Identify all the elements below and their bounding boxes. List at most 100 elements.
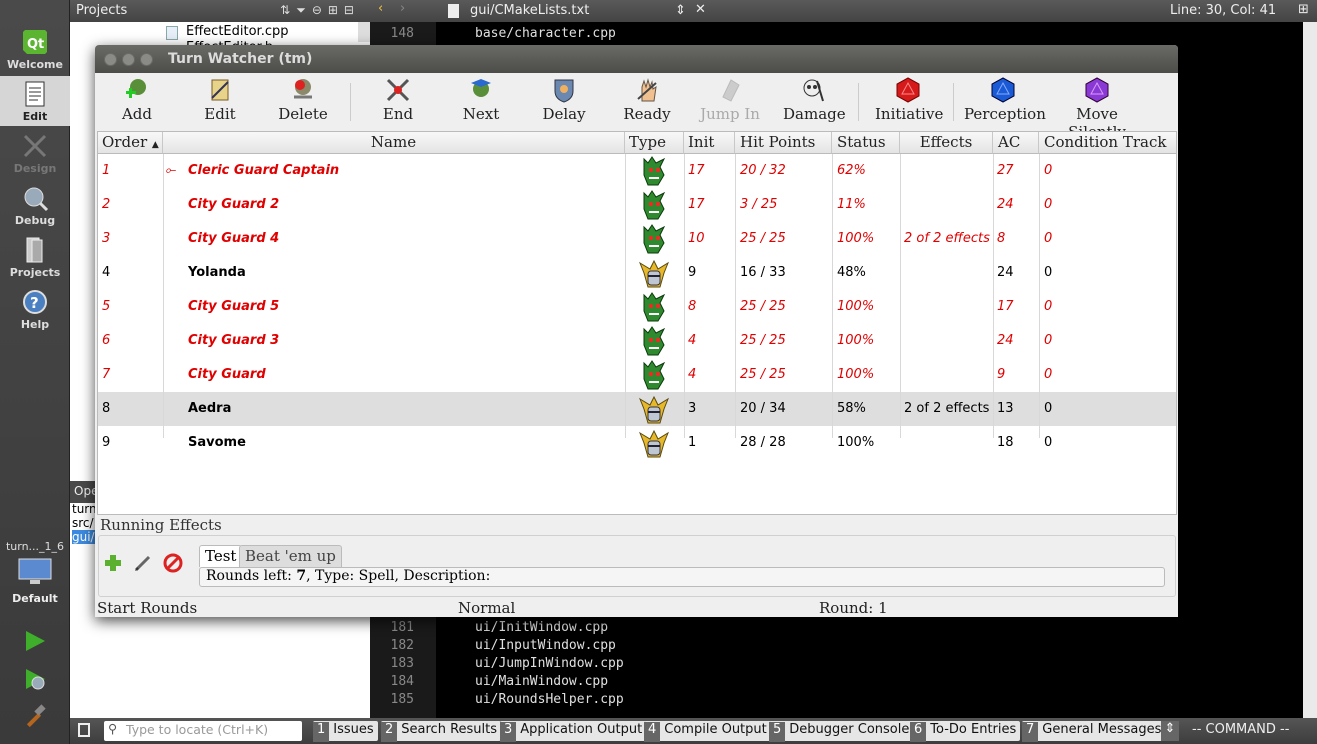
table-row[interactable]: 5 City Guard 5 8 25 / 25 100% 17 0 xyxy=(98,290,1176,324)
minimize-window-icon[interactable] xyxy=(122,53,135,66)
add-effect-icon[interactable] xyxy=(103,553,123,573)
table-row[interactable]: 3 City Guard 4 10 25 / 25 100% 2 of 2 effects… xyxy=(98,222,1176,256)
search-icon: ⚲ xyxy=(108,721,118,736)
cell-status: 11% xyxy=(837,197,866,212)
line-text: ui/JumpInWindow.cpp xyxy=(475,656,624,671)
table-row[interactable]: 2 City Guard 2 17 3 / 25 11% 24 0 xyxy=(98,188,1176,222)
initiative-button[interactable]: Initiative xyxy=(875,75,943,123)
next-button[interactable]: Next xyxy=(456,75,506,123)
output-tab-todo-entries[interactable]: 6 To-Do Entries xyxy=(910,721,1021,742)
back-icon[interactable]: ‹ xyxy=(378,1,383,16)
cell-order: 6 xyxy=(102,333,111,348)
toggle-sidebar-icon[interactable] xyxy=(78,723,90,737)
effect-description: Rounds left: 7, Type: Spell, Description… xyxy=(199,567,1165,587)
output-tab-application-output[interactable]: 3 Application Output xyxy=(500,721,647,742)
tree-scrollbar[interactable] xyxy=(358,22,370,42)
window-title-bar[interactable]: Turn Watcher (tm) xyxy=(95,45,1178,73)
output-tab-label: Application Output xyxy=(520,722,643,737)
cell-ct: 0 xyxy=(1044,197,1053,212)
output-tab-search-results[interactable]: 2 Search Results xyxy=(381,721,502,742)
open-document-item[interactable]: turn xyxy=(72,502,97,516)
projects-pane-tools-icon[interactable]: ⇅⏷⊖⊞⊟ xyxy=(280,3,360,18)
column-header-effects[interactable]: Effects xyxy=(900,132,993,154)
mode-edit-label: Edit xyxy=(22,110,48,123)
table-row[interactable]: 8 Aedra 3 20 / 34 58% 2 of 2 effects 13 0 xyxy=(98,392,1176,426)
effect-tab-test[interactable]: Test xyxy=(199,545,243,567)
table-row[interactable]: 9 Savome 1 28 / 28 100% 18 0 xyxy=(98,426,1176,460)
toolbar-separator xyxy=(953,83,954,121)
split-icon[interactable]: ⊞ xyxy=(1298,2,1309,17)
table-row[interactable]: 4 Yolanda 9 16 / 33 48% 24 0 xyxy=(98,256,1176,290)
end-button[interactable]: End xyxy=(373,75,423,123)
mode-edit[interactable]: Edit xyxy=(0,76,70,126)
cell-hp: 3 / 25 xyxy=(740,197,778,212)
column-header-status[interactable]: Status xyxy=(832,132,900,154)
debug-run-icon[interactable] xyxy=(22,666,48,692)
close-window-icon[interactable] xyxy=(104,53,117,66)
column-header-init[interactable]: Init xyxy=(684,132,735,154)
line-text: ui/RoundsHelper.cpp xyxy=(475,692,624,706)
column-header-type[interactable]: Type xyxy=(625,132,684,154)
forward-icon[interactable]: › xyxy=(400,1,405,16)
output-pane-bar: ⚲ Type to locate (Ctrl+K) 1 Issues 2 Searc… xyxy=(70,718,1317,744)
table-row[interactable]: 6 City Guard 3 4 25 / 25 100% 24 0 xyxy=(98,324,1176,358)
mode-help[interactable]: ? Help xyxy=(0,284,70,334)
monitor-icon xyxy=(18,558,52,584)
perception-button[interactable]: Perception xyxy=(964,75,1046,123)
editor-file-name[interactable]: gui/CMakeLists.txt xyxy=(470,3,589,18)
line-text: ui/InitWindow.cpp xyxy=(475,620,609,635)
editor-header: ‹ › gui/CMakeLists.txt ⇕ ✕ Line: 30, Col… xyxy=(370,0,1317,22)
damage-button[interactable]: Damage xyxy=(783,75,846,123)
locator-input[interactable]: ⚲ Type to locate (Ctrl+K) xyxy=(104,721,302,741)
open-document-item[interactable]: src/ xyxy=(72,516,94,530)
add-button[interactable]: Add xyxy=(112,75,162,123)
jump-in-button[interactable]: Jump In xyxy=(698,75,762,123)
move-silently-button[interactable]: Move Silently xyxy=(1048,75,1146,141)
column-header-condition-track[interactable]: Condition Track xyxy=(1039,132,1176,154)
delete-effect-icon[interactable] xyxy=(163,553,183,573)
output-tab-general-messages[interactable]: 7 General Messages xyxy=(1022,721,1166,742)
table-row[interactable]: 1 ⟜ Cleric Guard Captain 17 20 / 32 62% 27 0 xyxy=(98,154,1176,188)
run-icon[interactable] xyxy=(22,628,48,654)
damage-label: Damage xyxy=(783,105,846,123)
more-tabs-icon[interactable]: ⇕ xyxy=(1161,721,1179,741)
output-tab-issues[interactable]: 1 Issues xyxy=(313,721,378,742)
delay-button[interactable]: Delay xyxy=(539,75,589,123)
blue-d20-icon xyxy=(991,77,1015,103)
tree-file[interactable]: EffectEditor.cpp xyxy=(186,24,288,39)
column-header-ac[interactable]: AC xyxy=(993,132,1039,154)
mode-debug[interactable]: Debug xyxy=(0,180,70,230)
cell-ac: 8 xyxy=(997,231,1006,246)
cell-marker xyxy=(165,392,183,426)
edit-button[interactable]: Edit xyxy=(195,75,245,123)
cell-order: 2 xyxy=(102,197,111,212)
file-dropdown-icon[interactable]: ⇕ xyxy=(675,3,686,18)
turn-watcher-window: Turn Watcher (tm) Add Edit Delete End Ne… xyxy=(95,45,1178,617)
cell-order: 1 xyxy=(102,163,111,178)
perception-label: Perception xyxy=(964,105,1046,123)
maximize-window-icon[interactable] xyxy=(140,53,153,66)
line-number: 148 xyxy=(390,26,414,41)
column-header-order[interactable]: Order ▲ xyxy=(98,132,163,154)
edit-effect-pencil-icon[interactable] xyxy=(133,553,153,573)
mode-projects[interactable]: Projects xyxy=(0,232,70,282)
column-header-hit-points[interactable]: Hit Points xyxy=(735,132,832,154)
build-hammer-icon[interactable] xyxy=(22,704,48,730)
output-tab-debugger-console[interactable]: 5 Debugger Console xyxy=(769,721,914,742)
ready-button[interactable]: Ready xyxy=(622,75,672,123)
mode-welcome[interactable]: Qt Welcome xyxy=(0,24,70,74)
open-document-item[interactable]: gui/ xyxy=(72,530,96,544)
column-header-name[interactable]: Name xyxy=(163,132,625,154)
output-tab-compile-output[interactable]: 4 Compile Output xyxy=(644,721,771,742)
combatant-table[interactable]: Order ▲ Name Type Init Hit Points Status… xyxy=(97,131,1177,515)
table-row[interactable]: 7 City Guard 4 25 / 25 100% 9 0 xyxy=(98,358,1176,392)
add-character-icon xyxy=(126,79,146,98)
kit-selector[interactable]: Default xyxy=(0,556,70,608)
effect-tab-beat-em-up[interactable]: Beat 'em up xyxy=(239,545,342,567)
editor-scrollbar[interactable] xyxy=(1303,22,1317,718)
mode-debug-label: Debug xyxy=(14,214,56,227)
close-icon[interactable]: ✕ xyxy=(695,2,706,17)
cell-name: City Guard 4 xyxy=(188,231,280,246)
mode-design[interactable]: Design xyxy=(0,128,70,178)
delete-button[interactable]: Delete xyxy=(278,75,328,123)
